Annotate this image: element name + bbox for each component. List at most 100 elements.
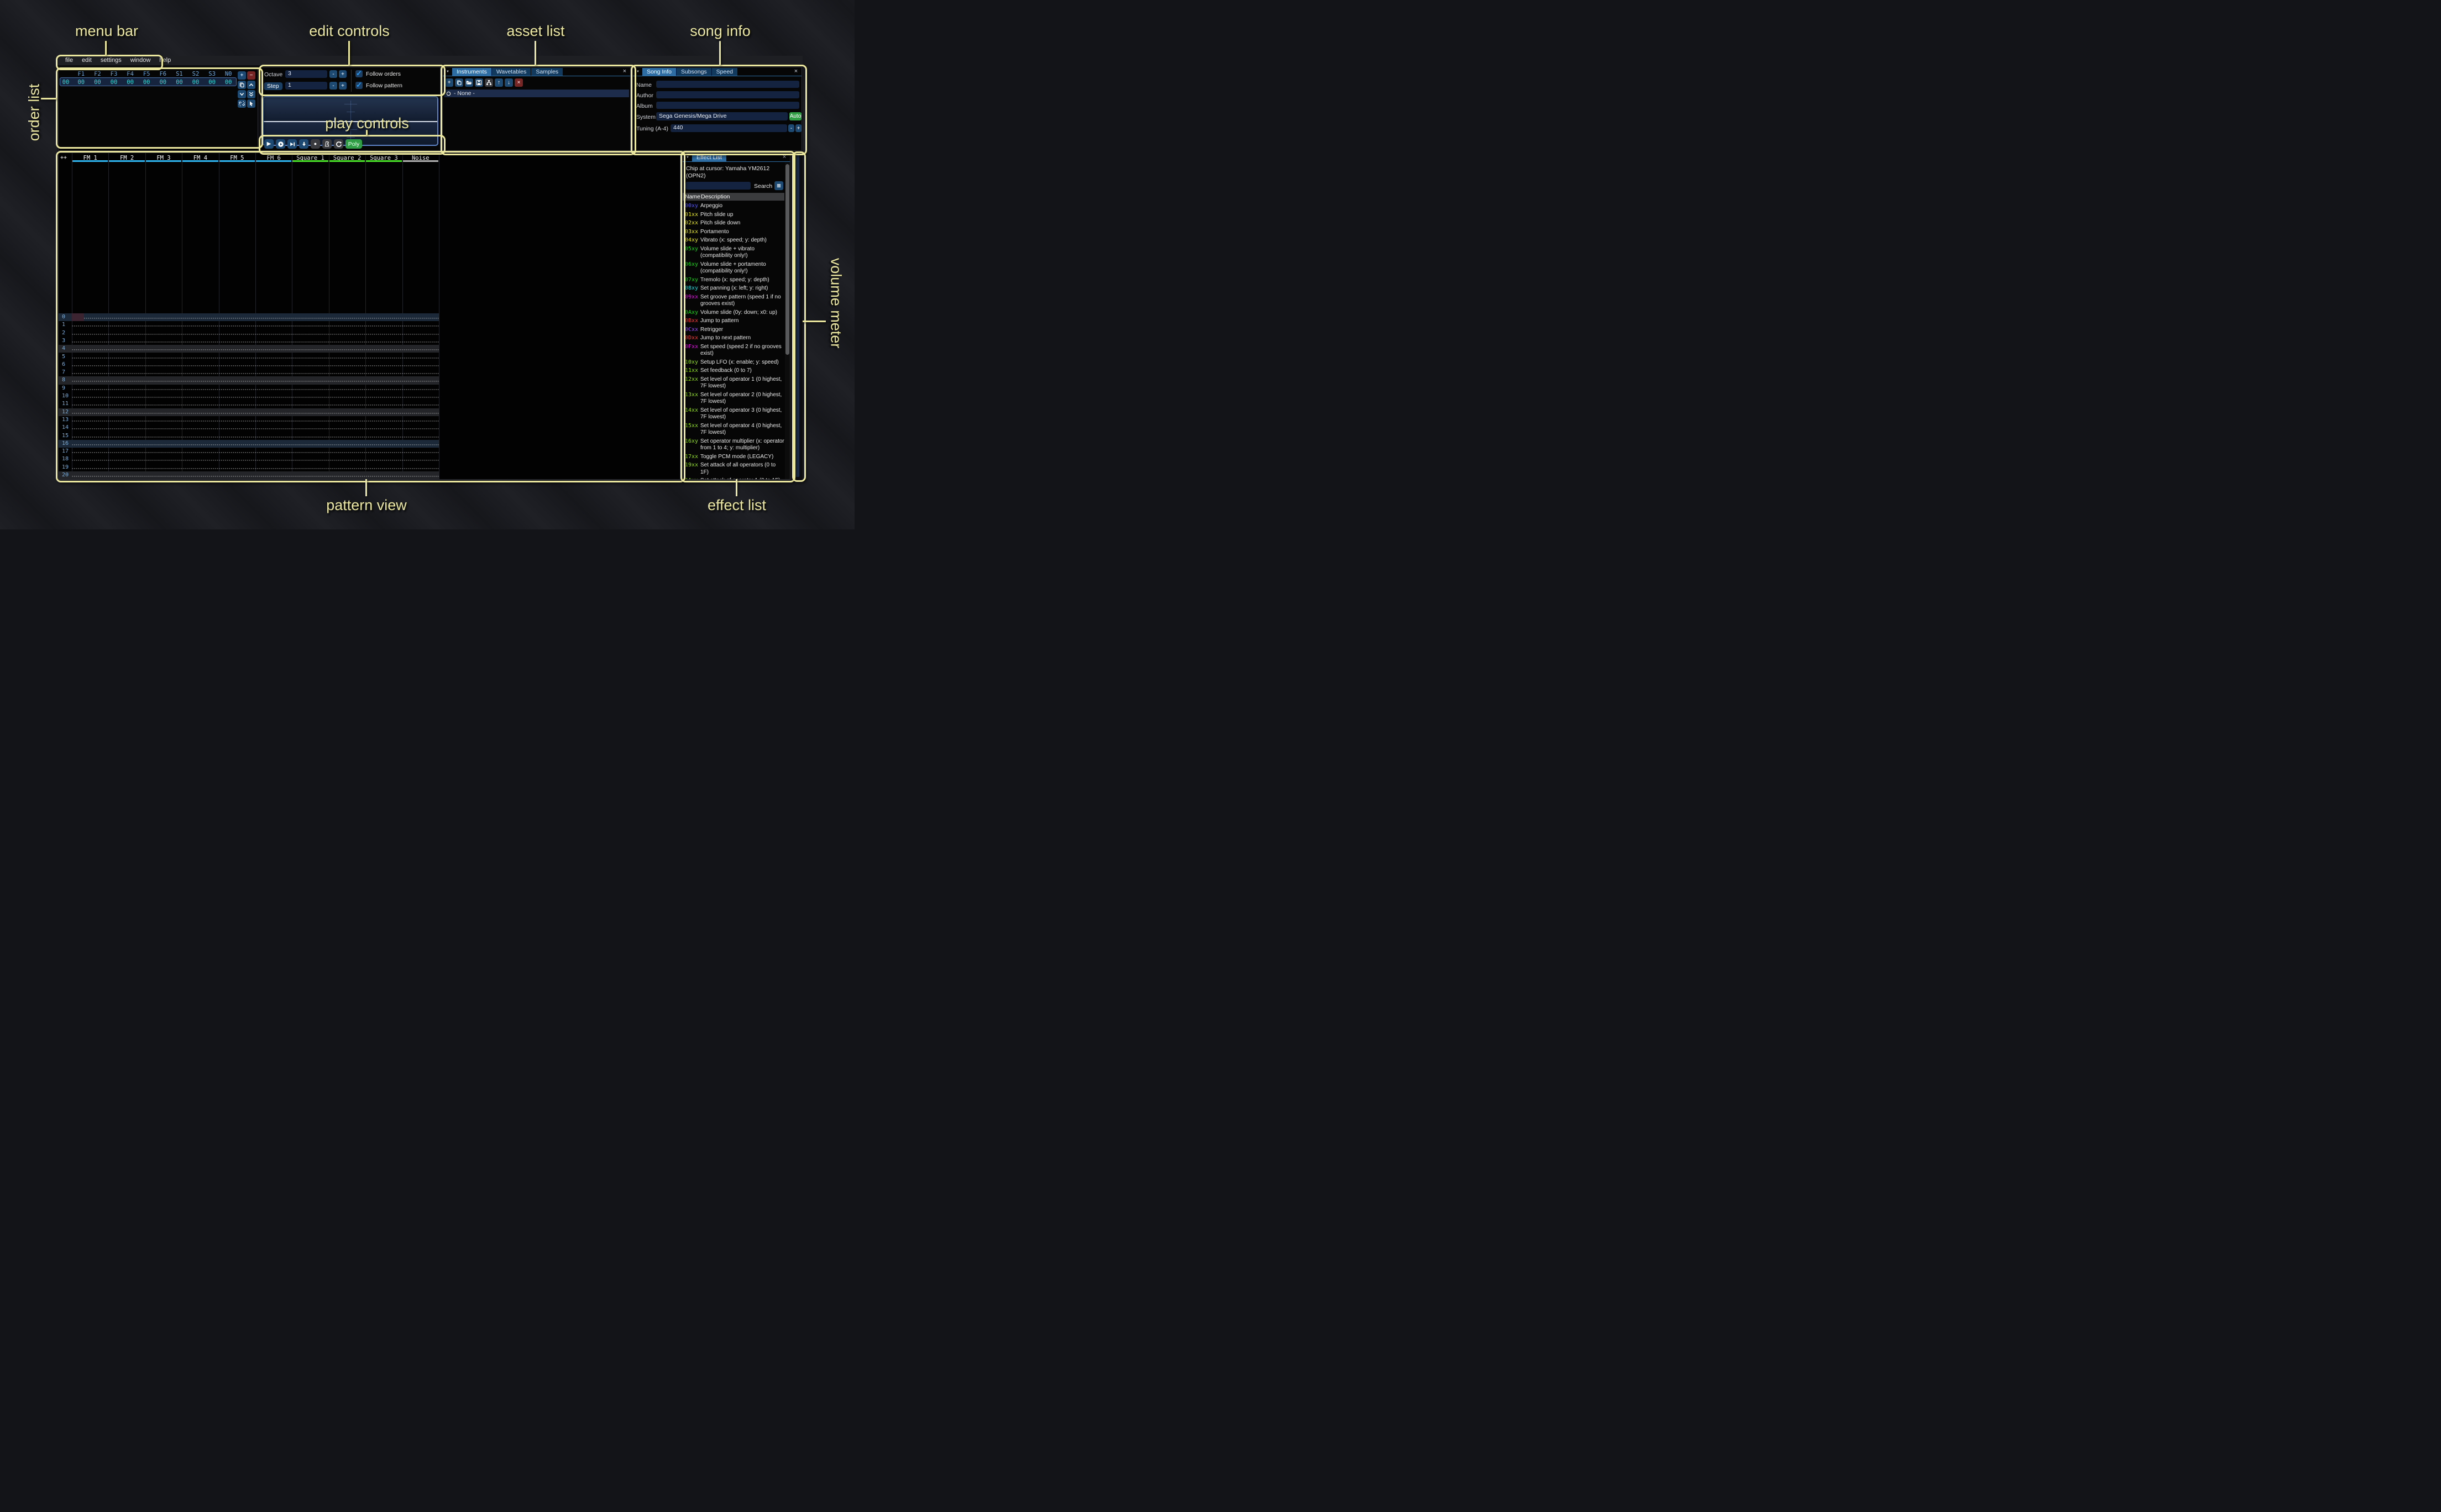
menu-item-edit[interactable]: edit — [77, 56, 96, 65]
effect-row[interactable]: 01xxPitch slide up — [685, 212, 784, 219]
repeat-button[interactable] — [334, 139, 343, 149]
step-row-button[interactable] — [299, 139, 308, 149]
octave-increase-button[interactable]: + — [339, 70, 347, 78]
pattern-row[interactable]: 3 — [59, 337, 439, 345]
tuning-increase-button[interactable]: + — [795, 124, 802, 132]
step-increase-button[interactable]: + — [339, 82, 347, 90]
effect-table-header[interactable]: Name Description — [683, 193, 784, 201]
pattern-row[interactable]: 10 — [59, 392, 439, 400]
play-button[interactable]: ▶ — [264, 139, 274, 149]
chevron-down-icon[interactable]: ▼ — [635, 69, 641, 75]
octave-decrease-button[interactable]: - — [329, 70, 337, 78]
pattern-row[interactable]: 11 — [59, 400, 439, 408]
tab-song-info[interactable]: Song Info — [642, 68, 676, 76]
pattern-row[interactable]: 17 — [59, 448, 439, 455]
effect-row[interactable]: 10xySetup LFO (x: enable; y: speed) — [685, 359, 784, 366]
menu-item-settings[interactable]: settings — [96, 56, 126, 65]
order-add-button[interactable]: + — [238, 71, 246, 80]
order-cell[interactable]: 00 — [220, 79, 237, 86]
order-remove-button[interactable]: − — [247, 71, 255, 80]
instrument-open-button[interactable] — [465, 78, 473, 87]
pattern-row[interactable]: 19 — [59, 464, 439, 471]
order-cell[interactable]: 00 — [90, 79, 106, 86]
instrument-move-down-button[interactable]: ↓ — [505, 78, 513, 87]
play-pattern-button[interactable] — [276, 139, 285, 149]
pattern-row[interactable]: 7 — [59, 369, 439, 376]
step-button[interactable]: Step — [264, 82, 282, 90]
pattern-row[interactable]: 18 — [59, 455, 439, 463]
effect-row[interactable]: 1AxxSet attack of operator 1 (0 to 1F) — [685, 477, 784, 479]
tab-samples[interactable]: Samples — [531, 68, 563, 76]
checkbox-follow-orders[interactable]: ✓ — [355, 70, 363, 77]
step-input[interactable]: 1 — [285, 82, 327, 90]
menu-item-file[interactable]: file — [61, 56, 77, 65]
effect-row[interactable]: 19xxSet attack of all operators (0 to 1F… — [685, 462, 784, 476]
tuning-input[interactable]: 440 — [671, 124, 787, 132]
tab-speed[interactable]: Speed — [712, 68, 737, 76]
chevron-down-icon[interactable]: ▼ — [684, 154, 691, 161]
effect-row[interactable]: 13xxSet level of operator 2 (0 highest, … — [685, 392, 784, 406]
instrument-move-up-button[interactable]: ↑ — [495, 78, 503, 87]
effect-search-input[interactable] — [685, 182, 751, 190]
pattern-row[interactable]: 8 — [59, 376, 439, 384]
pattern-row[interactable]: 14 — [59, 424, 439, 432]
effect-row[interactable]: 15xxSet level of operator 4 (0 highest, … — [685, 423, 784, 437]
order-cell[interactable]: 00 — [73, 79, 90, 86]
effect-row[interactable]: 08xySet panning (x: left; y: right) — [685, 285, 784, 292]
system-select[interactable]: Sega Genesis/Mega Drive — [656, 112, 788, 120]
order-move-down-button[interactable] — [238, 90, 246, 98]
effect-row[interactable]: 00xyArpeggio — [685, 203, 784, 210]
pattern-row[interactable]: 20 — [59, 471, 439, 479]
order-cell[interactable]: 00 — [171, 79, 188, 86]
pattern-row[interactable]: 4 — [59, 345, 439, 353]
effect-row[interactable]: 0AxyVolume slide (0y: down; x0: up) — [685, 309, 784, 317]
pattern-corner-button[interactable]: ++ — [60, 155, 67, 161]
order-edit-mode-button[interactable] — [247, 99, 255, 108]
effect-row[interactable]: 0DxxJump to next pattern — [685, 335, 784, 342]
effect-row[interactable]: 11xxSet feedback (0 to 7) — [685, 368, 784, 375]
order-deep-clone-button[interactable] — [238, 99, 246, 108]
close-icon[interactable]: × — [621, 68, 628, 75]
checkbox-follow-pattern[interactable]: ✓ — [355, 82, 363, 89]
poly-button[interactable]: Poly — [345, 139, 362, 149]
effect-row[interactable]: 06xyVolume slide + portamento (compatibi… — [685, 261, 784, 275]
effect-row[interactable]: 0FxxSet speed (speed 2 if no grooves exi… — [685, 344, 784, 358]
pattern-row[interactable]: 12 — [59, 408, 439, 416]
effect-row[interactable]: 05xyVolume slide + vibrato (compatibilit… — [685, 246, 784, 260]
step-decrease-button[interactable]: - — [329, 82, 337, 90]
tuning-decrease-button[interactable]: - — [788, 124, 794, 132]
effect-row[interactable]: 0CxxRetrigger — [685, 327, 784, 334]
metronome-button[interactable] — [322, 139, 332, 149]
order-cell[interactable]: 00 — [122, 79, 139, 86]
effect-row[interactable]: 07xyTremolo (x: speed; y: depth) — [685, 277, 784, 284]
menu-item-window[interactable]: window — [126, 56, 155, 65]
order-cell[interactable]: 00 — [155, 79, 171, 86]
order-duplicate-button[interactable] — [238, 81, 246, 89]
author-input[interactable] — [656, 91, 799, 98]
tab-instruments[interactable]: Instruments — [452, 68, 491, 76]
order-cell[interactable]: 00 — [138, 79, 155, 86]
pattern-cursor[interactable] — [72, 313, 84, 321]
effect-row[interactable]: 12xxSet level of operator 1 (0 highest, … — [685, 376, 784, 390]
menu-item-help[interactable]: help — [155, 56, 175, 65]
octave-input[interactable]: 3 — [285, 70, 327, 78]
scrollbar-track[interactable] — [785, 162, 790, 479]
pattern-row[interactable]: 13 — [59, 416, 439, 424]
chevron-down-icon[interactable]: ▼ — [444, 69, 451, 75]
order-cell[interactable]: 00 — [204, 79, 221, 86]
effect-row[interactable]: 17xxToggle PCM mode (LEGACY) — [685, 454, 784, 461]
order-move-up-button[interactable] — [247, 81, 255, 89]
pattern-row[interactable]: 5 — [59, 353, 439, 361]
play-from-cursor-button[interactable] — [287, 139, 297, 149]
pattern-row[interactable]: 6 — [59, 361, 439, 369]
close-icon[interactable]: × — [793, 68, 799, 75]
tab-wavetables[interactable]: Wavetables — [492, 68, 531, 76]
effect-row[interactable]: 14xxSet level of operator 3 (0 highest, … — [685, 407, 784, 421]
pattern-row[interactable]: 0 — [59, 313, 439, 321]
effect-row[interactable]: 02xxPitch slide down — [685, 220, 784, 227]
effect-row[interactable]: 16xySet operator multiplier (x: operator… — [685, 438, 784, 452]
tab-effect-list[interactable]: Effect List — [692, 154, 726, 161]
instrument-delete-button[interactable]: × — [515, 78, 523, 87]
effect-row[interactable]: 09xxSet groove pattern (speed 1 if no gr… — [685, 294, 784, 308]
instrument-add-button[interactable]: + — [445, 78, 453, 87]
